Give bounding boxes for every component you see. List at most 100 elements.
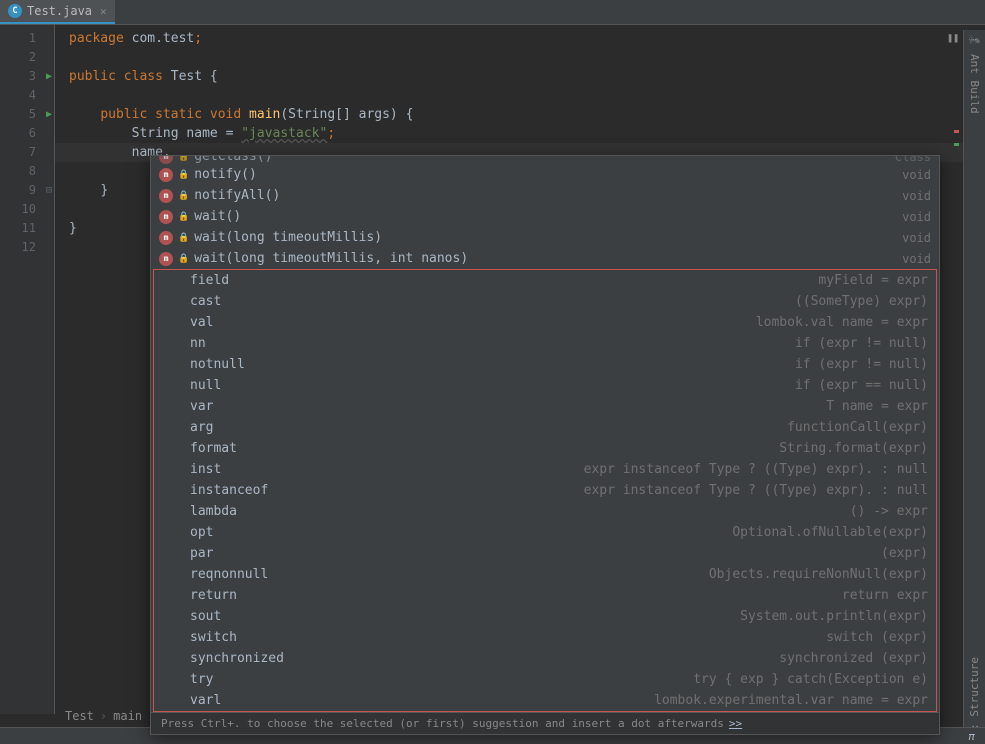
postfix-template-section: fieldmyField = exprcast((SomeType) expr)…: [153, 269, 937, 712]
error-mark[interactable]: [954, 130, 959, 133]
completion-item-method[interactable]: m🔒wait()void: [151, 206, 939, 227]
completion-item-template[interactable]: arg functionCall(expr): [154, 417, 936, 438]
completion-item-template[interactable]: lambda () -> expr: [154, 501, 936, 522]
completion-item-template[interactable]: switchswitch (expr): [154, 627, 936, 648]
line-number: 1: [0, 29, 36, 48]
completion-item-method[interactable]: m🔒wait(long timeoutMillis, int nanos)voi…: [151, 248, 939, 269]
completion-item-template[interactable]: trytry { exp } catch(Exception e): [154, 669, 936, 690]
template-expansion: lombok.val name = expr: [756, 315, 928, 330]
template-name: nn: [190, 336, 206, 351]
ant-icon: 🐜: [968, 35, 980, 46]
completion-item-template[interactable]: vallombok.val name = expr: [154, 312, 936, 333]
lock-icon: 🔒: [178, 254, 189, 264]
template-expansion: expr instanceof Type ? ((Type) expr). : …: [584, 462, 928, 477]
hint-more-link[interactable]: >>: [729, 717, 742, 730]
completion-item-type: void: [902, 168, 931, 182]
template-name: inst: [190, 462, 221, 477]
completion-item-template[interactable]: varl lombok.experimental.var name = expr: [154, 690, 936, 711]
template-name: switch: [190, 630, 237, 645]
completion-item-template[interactable]: fieldmyField = expr: [154, 270, 936, 291]
punct: }: [100, 183, 108, 198]
completion-item-template[interactable]: par(expr): [154, 543, 936, 564]
completion-item-template[interactable]: nn if (expr != null): [154, 333, 936, 354]
completion-item-template[interactable]: format String.format(expr): [154, 438, 936, 459]
keyword: package: [69, 31, 124, 46]
template-name: lambda: [190, 504, 237, 519]
template-name: varl: [190, 693, 221, 708]
ok-mark[interactable]: [954, 143, 959, 146]
completion-item-template[interactable]: notnullif (expr != null): [154, 354, 936, 375]
completion-item-template[interactable]: instanceofexpr instanceof Type ? ((Type)…: [154, 480, 936, 501]
template-name: return: [190, 588, 237, 603]
class-name: Test: [171, 69, 202, 84]
line-number: 12: [0, 238, 36, 257]
breadcrumb-class[interactable]: Test: [65, 709, 94, 723]
template-name: null: [190, 378, 221, 393]
structure-tool[interactable]: 7: Structure: [968, 657, 981, 736]
completion-item-template[interactable]: opt Optional.ofNullable(expr): [154, 522, 936, 543]
completion-item-method[interactable]: m🔒notifyAll()void: [151, 185, 939, 206]
completion-item-name: wait(long timeoutMillis): [194, 230, 382, 245]
completion-item-template[interactable]: synchronizedsynchronized (expr): [154, 648, 936, 669]
template-expansion: () -> expr: [850, 504, 928, 519]
line-gutter: 1 2 3 4 5 6 7 8 9 10 11 12 ▶ ▶ ⊟: [0, 25, 55, 714]
completion-item-template[interactable]: inst expr instanceof Type ? ((Type) expr)…: [154, 459, 936, 480]
template-expansion: functionCall(expr): [787, 420, 928, 435]
method-icon: m: [159, 210, 173, 224]
method-icon: m: [159, 156, 173, 164]
line-number: 5: [0, 105, 36, 124]
completion-item-template[interactable]: varT name = expr: [154, 396, 936, 417]
lock-icon: 🔒: [178, 212, 189, 222]
completion-item-name: notify(): [194, 167, 257, 182]
completion-item-type: void: [902, 210, 931, 224]
template-name: arg: [190, 420, 213, 435]
completion-item-method[interactable]: m🔒notify()void: [151, 164, 939, 185]
var: name: [186, 126, 217, 141]
completion-item-template[interactable]: nullif (expr == null): [154, 375, 936, 396]
template-expansion: lombok.experimental.var name = expr: [654, 693, 928, 708]
package-name: com.test: [132, 31, 195, 46]
lock-icon: 🔒: [178, 233, 189, 243]
line-number: 11: [0, 219, 36, 238]
completion-item-template[interactable]: return return expr: [154, 585, 936, 606]
hint-text: Press Ctrl+. to choose the selected (or …: [161, 717, 724, 730]
pi-icon[interactable]: π: [968, 730, 975, 743]
fold-icon[interactable]: ⊟: [46, 181, 52, 200]
completion-item-template[interactable]: reqnonnullObjects.requireNonNull(expr): [154, 564, 936, 585]
lock-icon: 🔒: [178, 170, 189, 180]
keyword: public: [100, 107, 147, 122]
lock-icon: 🔒: [178, 156, 189, 162]
completion-item-type: Class: [895, 156, 931, 164]
template-name: format: [190, 441, 237, 456]
punct: {: [210, 69, 218, 84]
breadcrumb-method[interactable]: main: [113, 709, 142, 723]
completion-item-type: void: [902, 231, 931, 245]
run-icon[interactable]: ▶: [46, 105, 52, 124]
completion-item-method[interactable]: m🔒getClass()Class: [151, 156, 939, 164]
template-expansion: if (expr != null): [795, 336, 928, 351]
line-number: 2: [0, 48, 36, 67]
run-icon[interactable]: ▶: [46, 67, 52, 86]
template-expansion: return expr: [842, 588, 928, 603]
completion-item-method[interactable]: m 🔒 wait(long timeoutMillis) void: [151, 227, 939, 248]
lock-icon: 🔒: [178, 191, 189, 201]
completion-item-template[interactable]: cast((SomeType) expr): [154, 291, 936, 312]
completion-item-name: wait(long timeoutMillis, int nanos): [194, 251, 468, 266]
template-expansion: String.format(expr): [779, 441, 928, 456]
method-icon: m: [159, 231, 173, 245]
keyword: class: [124, 69, 163, 84]
completion-item-type: void: [902, 189, 931, 203]
template-expansion: Optional.ofNullable(expr): [732, 525, 928, 540]
template-expansion: T name = expr: [826, 399, 928, 414]
params: (String[] args): [280, 107, 397, 122]
close-icon[interactable]: ✕: [100, 5, 107, 18]
template-name: opt: [190, 525, 213, 540]
template-expansion: try { exp } catch(Exception e): [693, 672, 928, 687]
punct: {: [406, 107, 414, 122]
template-name: synchronized: [190, 651, 284, 666]
ant-build-tool[interactable]: Ant Build: [968, 54, 981, 114]
completion-item-template[interactable]: soutSystem.out.println(expr): [154, 606, 936, 627]
punct: }: [69, 221, 77, 236]
template-expansion: (expr): [881, 546, 928, 561]
editor-tab[interactable]: C Test.java ✕: [0, 0, 115, 24]
